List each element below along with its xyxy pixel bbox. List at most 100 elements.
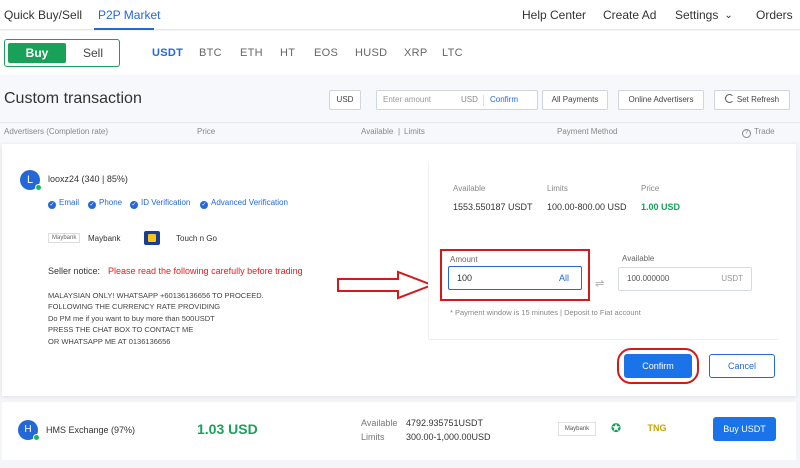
limits-label: Limits: [547, 184, 568, 193]
buy-usdt-button[interactable]: Buy USDT: [713, 417, 776, 441]
tng-logo: TNG: [647, 423, 667, 433]
payment-filter-select[interactable]: All Payments: [542, 90, 608, 110]
advertiser-name[interactable]: HMS Exchange (97%): [46, 425, 135, 435]
page-title: Custom transaction: [4, 90, 142, 107]
currency-select[interactable]: USD: [329, 90, 361, 110]
col-available: Available: [361, 127, 394, 136]
seller-notice-label: Seller notice:: [48, 266, 101, 276]
buy-tab[interactable]: Buy: [8, 43, 66, 63]
col-advertisers: Advertisers (Completion rate): [4, 127, 109, 136]
table-header: Advertisers (Completion rate) Price Avai…: [0, 122, 800, 142]
amount-filter-confirm-button[interactable]: Confirm: [490, 95, 518, 104]
terms-line: MALAYSIAN ONLY! WHATSAPP +60136136656 TO…: [48, 291, 264, 300]
set-refresh-button[interactable]: Set Refresh: [714, 90, 790, 110]
amount-filter-field[interactable]: Enter amount USD Confirm: [376, 90, 538, 110]
col-payment-method: Payment Method: [557, 127, 618, 136]
payment-maybank: Maybank: [88, 234, 121, 243]
amount-label: Amount: [450, 255, 478, 264]
coin-tab-ltc[interactable]: LTC: [442, 47, 463, 59]
amount-filter-currency: USD: [461, 95, 478, 104]
verification-phone: ✓ Phone: [88, 198, 122, 209]
coin-tab-ht[interactable]: HT: [280, 47, 295, 59]
available-label: Available: [361, 418, 398, 428]
avatar-initial: H: [24, 424, 32, 435]
col-price: Price: [197, 127, 216, 136]
verification-phone-label: Phone: [99, 198, 123, 207]
nav-p2p-market[interactable]: P2P Market: [98, 8, 160, 22]
nav-quick-buy-sell[interactable]: Quick Buy/Sell: [4, 8, 82, 22]
table-row: H HMS Exchange (97%) 1.03 USD Available …: [2, 402, 796, 460]
verification-email: ✓ Email: [48, 198, 79, 209]
amount-input-group: Amount 100 All: [440, 249, 590, 301]
available-value: 4792.935751USDT: [406, 418, 484, 428]
limits-label: Limits: [361, 432, 385, 442]
amount-input-value: 100: [457, 273, 473, 283]
nav-settings-label: Settings: [675, 8, 719, 22]
custom-transaction-bar: Custom transaction USD Enter amount USD …: [0, 76, 800, 122]
terms-line: OR WHATSAPP ME AT 0136136656: [48, 336, 171, 346]
confirm-button[interactable]: Confirm: [624, 354, 692, 378]
touch-n-go-logo: [144, 231, 160, 245]
nav-settings[interactable]: Settings ⌄: [675, 8, 733, 22]
amount-input[interactable]: 100 All: [448, 266, 582, 290]
limits-value: 300.00-1,000.00USD: [406, 432, 491, 442]
available-field[interactable]: 100.000000 USDT: [618, 267, 752, 291]
coin-tab-eth[interactable]: ETH: [240, 47, 263, 59]
price-value: 1.03 USD: [197, 421, 258, 437]
col-trade-label: Trade: [754, 127, 775, 136]
available-value: 1553.550187 USDT: [453, 202, 533, 212]
seller-notice-warning: Please read the following carefully befo…: [108, 266, 303, 276]
nav-create-ad[interactable]: Create Ad: [603, 8, 656, 22]
amount-filter-placeholder: Enter amount: [383, 95, 432, 104]
seller-terms: MALAYSIAN ONLY! WHATSAPP +60136136656 TO…: [48, 290, 264, 347]
verification-id: ✓ ID Verification: [130, 198, 190, 209]
help-icon: ?: [742, 129, 751, 138]
terms-line: FOLLOWING THE CURRENCY RATE PROVIDING: [48, 302, 221, 312]
verification-email-label: Email: [59, 198, 80, 207]
coin-tab-btc[interactable]: BTC: [199, 47, 222, 59]
col-separator: |: [398, 127, 401, 136]
coin-tab-husd[interactable]: HUSD: [355, 47, 387, 59]
divider: [483, 95, 484, 106]
cancel-button[interactable]: Cancel: [709, 354, 775, 378]
buy-sell-toggle: Buy Sell: [4, 39, 120, 67]
payment-touch-n-go: Touch n Go: [176, 234, 217, 243]
advertiser-name[interactable]: looxz24 (340 | 85%): [48, 174, 128, 184]
nav-orders[interactable]: Orders: [756, 8, 793, 22]
payment-window-note: * Payment window is 15 minutes | Deposit…: [450, 308, 641, 317]
maybank-logo: Maybank: [48, 233, 81, 243]
verification-advanced-label: Advanced Verification: [211, 198, 288, 207]
col-trade: ? Trade: [742, 127, 775, 138]
online-status-dot: [35, 184, 42, 191]
nav-help-center[interactable]: Help Center: [522, 8, 586, 22]
coin-tab-xrp[interactable]: XRP: [404, 47, 428, 59]
verification-id-label: ID Verification: [141, 198, 191, 207]
avatar-initial: L: [26, 174, 34, 186]
available-label: Available: [453, 184, 486, 193]
coin-tab-eos[interactable]: EOS: [314, 47, 338, 59]
trade-filter-bar: Buy Sell USDT BTC ETH HT EOS HUSD XRP LT…: [0, 31, 800, 75]
check-icon: ✓: [200, 201, 208, 209]
coin-tab-usdt[interactable]: USDT: [152, 47, 183, 59]
maybank-logo: Maybank: [558, 422, 596, 436]
chevron-down-icon: ⌄: [724, 10, 733, 21]
available-field-currency: USDT: [721, 274, 743, 283]
nav-active-underline: [94, 28, 154, 30]
check-icon: ✓: [130, 201, 138, 209]
payment-star-icon: ✪: [610, 421, 622, 435]
online-status-dot: [33, 434, 40, 441]
check-icon: ✓: [88, 201, 96, 209]
top-nav: Quick Buy/Sell P2P Market Help Center Cr…: [0, 0, 800, 30]
swap-icon: ⇌: [595, 278, 605, 290]
sell-tab[interactable]: Sell: [67, 43, 119, 63]
annotation-arrow-icon: [337, 270, 435, 300]
online-advertisers-toggle[interactable]: Online Advertisers: [618, 90, 704, 110]
col-limits: Limits: [404, 127, 425, 136]
all-button[interactable]: All: [559, 273, 569, 283]
terms-line: PRESS THE CHAT BOX TO CONTACT ME: [48, 325, 194, 335]
avatar: H: [18, 420, 40, 441]
price-value: 1.00 USD: [641, 202, 681, 212]
check-icon: ✓: [48, 201, 56, 209]
available-field-label: Available: [622, 254, 655, 263]
available-field-value: 100.000000: [627, 274, 670, 283]
